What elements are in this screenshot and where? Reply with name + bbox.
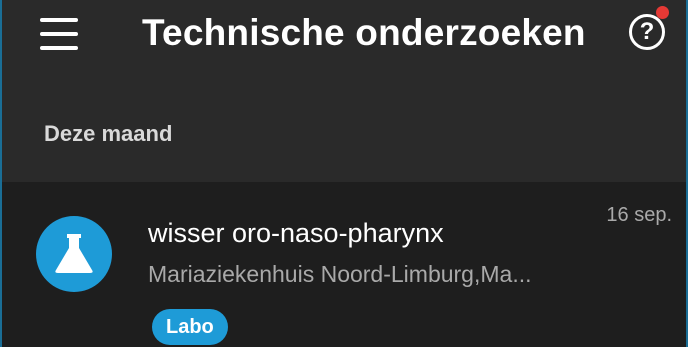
screen: Technische onderzoeken ? Deze maand wiss…	[0, 0, 688, 347]
item-date: 16 sep.	[606, 204, 672, 226]
list-item[interactable]: wisser oro-naso-pharynx Mariaziekenhuis …	[2, 182, 686, 347]
avatar	[36, 216, 112, 292]
menu-button[interactable]	[40, 18, 80, 50]
help-icon[interactable]: ?	[629, 14, 665, 50]
notification-dot	[656, 6, 669, 19]
menu-icon-line-3	[40, 46, 78, 50]
category-tag: Labo	[152, 309, 228, 345]
section-label: Deze maand	[44, 121, 173, 146]
item-subtitle: Mariaziekenhuis Noord-Limburg,Ma...	[148, 261, 532, 287]
menu-icon-line-1	[40, 18, 78, 22]
page-title: Technische onderzoeken	[142, 12, 586, 53]
item-title: wisser oro-naso-pharynx	[148, 218, 444, 248]
menu-icon-line-2	[40, 32, 78, 36]
flask-icon	[55, 234, 93, 273]
app-bar: Technische onderzoeken ?	[2, 0, 686, 80]
section-header: Deze maand	[2, 80, 686, 182]
